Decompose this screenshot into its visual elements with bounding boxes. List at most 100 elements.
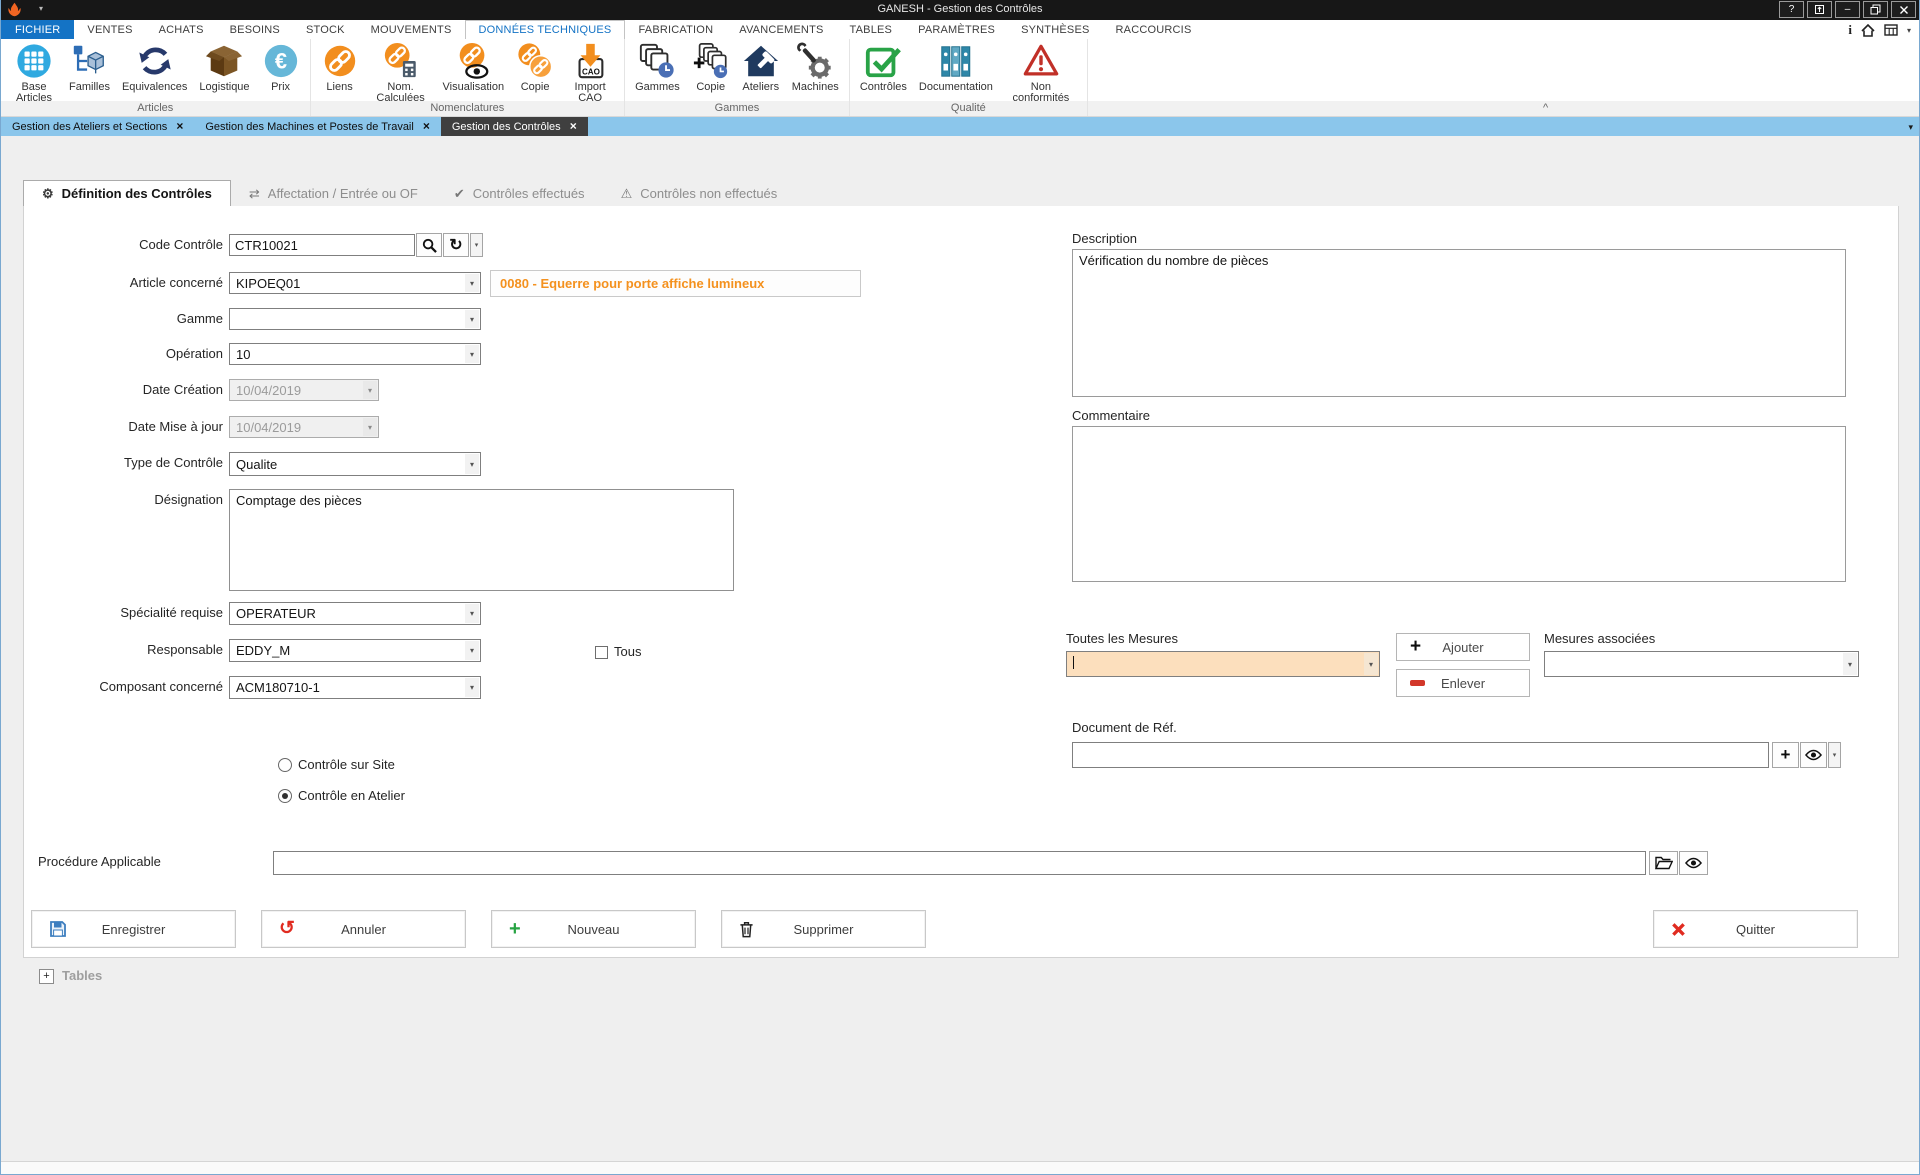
tous-checkbox[interactable] <box>595 646 608 659</box>
ribbon-item-logistique[interactable]: Logistique <box>193 39 255 93</box>
document-view-button[interactable] <box>1800 742 1827 768</box>
close-tab-icon[interactable]: × <box>570 121 577 132</box>
menu-tab-parametres[interactable]: PARAMÈTRES <box>905 20 1008 39</box>
menu-tab-stock[interactable]: STOCK <box>293 20 358 39</box>
controles-icon <box>864 41 902 81</box>
ribbon-item-copie-nomenclature[interactable]: Copie <box>510 39 560 93</box>
ribbon-item-base-articles[interactable]: Base Articles <box>5 39 63 104</box>
restore-button[interactable] <box>1863 1 1888 18</box>
close-tab-icon[interactable]: × <box>176 121 183 132</box>
commentaire-textarea[interactable] <box>1072 426 1846 582</box>
tab-definition-controles[interactable]: ⚙ Définition des Contrôles <box>23 180 231 207</box>
ribbon-collapse-icon[interactable]: ^ <box>1543 101 1548 116</box>
menu-tab-besoins[interactable]: BESOINS <box>217 20 293 39</box>
menu-tab-avancements[interactable]: AVANCEMENTS <box>726 20 836 39</box>
dropdown-caret-icon[interactable]: ▾ <box>1364 653 1378 675</box>
info-icon[interactable]: i <box>1848 22 1852 38</box>
dropdown-caret-icon[interactable]: ▾ <box>465 310 479 328</box>
menu-tab-donnees-techniques[interactable]: DONNÉES TECHNIQUES <box>465 20 626 39</box>
dropdown-caret-icon[interactable]: ▾ <box>465 604 479 623</box>
close-button[interactable] <box>1891 1 1916 18</box>
tab-affectation[interactable]: ⇄ Affectation / Entrée ou OF <box>231 181 436 206</box>
controle-en-atelier-label[interactable]: Contrôle en Atelier <box>298 788 405 804</box>
minimize-button[interactable]: – <box>1835 1 1860 18</box>
gamme-combo[interactable]: ▾ <box>229 308 481 330</box>
doc-tabs-caret-icon[interactable]: ▾ <box>1908 122 1913 133</box>
mesures-associees-combo[interactable]: ▾ <box>1544 651 1859 677</box>
ribbon-item-non-conformites[interactable]: Non conformités <box>999 39 1083 104</box>
ribbon-item-liens[interactable]: Liens <box>315 39 365 93</box>
table-view-caret-icon[interactable]: ▾ <box>1907 26 1911 35</box>
tab-controles-non-effectues[interactable]: ⚠ Contrôles non effectués <box>603 181 796 206</box>
description-textarea[interactable]: Vérification du nombre de pièces <box>1072 249 1846 397</box>
ribbon-item-familles[interactable]: Familles <box>63 39 116 93</box>
doc-tab-machines[interactable]: Gestion des Machines et Postes de Travai… <box>194 117 441 136</box>
home-icon[interactable] <box>1861 24 1875 37</box>
ribbon-item-visualisation[interactable]: Visualisation <box>437 39 511 93</box>
procedure-view-button[interactable] <box>1679 851 1708 875</box>
menu-tab-tables[interactable]: TABLES <box>837 20 906 39</box>
toutes-mesures-combo[interactable]: ▾ <box>1066 651 1380 677</box>
ribbon-item-gammes[interactable]: Gammes <box>629 39 686 93</box>
pin-button[interactable] <box>1807 1 1832 18</box>
ribbon-item-prix[interactable]: € Prix <box>256 39 306 93</box>
controle-en-atelier-radio[interactable] <box>278 789 292 803</box>
enlever-button[interactable]: Enlever <box>1396 669 1530 697</box>
menu-tab-achats[interactable]: ACHATS <box>146 20 217 39</box>
code-dropdown-button[interactable]: ▾ <box>470 233 483 257</box>
responsable-combo[interactable]: EDDY_M ▾ <box>229 639 481 662</box>
menu-tab-raccourcis[interactable]: RACCOURCIS <box>1103 20 1205 39</box>
designation-textarea[interactable]: Comptage des pièces <box>229 489 734 591</box>
procedure-open-button[interactable] <box>1649 851 1678 875</box>
ribbon-item-import-cao[interactable]: CAO Import CAO <box>560 39 620 104</box>
supprimer-button[interactable]: Supprimer <box>721 910 926 948</box>
dropdown-caret-icon[interactable]: ▾ <box>465 345 479 363</box>
dropdown-caret-icon[interactable]: ▾ <box>465 641 479 660</box>
help-button[interactable]: ? <box>1779 1 1804 18</box>
dropdown-caret-icon[interactable]: ▾ <box>465 454 479 474</box>
tables-expander-button[interactable]: + <box>39 969 54 984</box>
status-bar <box>1 1161 1919 1174</box>
document-ref-input[interactable] <box>1072 742 1769 768</box>
nouveau-button[interactable]: + Nouveau <box>491 910 696 948</box>
menu-tab-fabrication[interactable]: FABRICATION <box>625 20 726 39</box>
composant-combo[interactable]: ACM180710-1 ▾ <box>229 676 481 699</box>
ribbon-item-ateliers[interactable]: Ateliers <box>736 39 786 93</box>
ribbon-item-documentation[interactable]: Documentation <box>913 39 999 93</box>
menu-tab-fichier[interactable]: FICHIER <box>1 20 74 39</box>
menu-tab-mouvements[interactable]: MOUVEMENTS <box>358 20 465 39</box>
dropdown-caret-icon[interactable]: ▾ <box>1843 653 1857 675</box>
enregistrer-button[interactable]: Enregistrer <box>31 910 236 948</box>
toutes-mesures-label: Toutes les Mesures <box>1066 631 1178 647</box>
dropdown-caret-icon[interactable]: ▾ <box>465 678 479 697</box>
doc-tab-ateliers[interactable]: Gestion des Ateliers et Sections × <box>1 117 194 136</box>
controle-sur-site-radio[interactable] <box>278 758 292 772</box>
ribbon-item-copie-gamme[interactable]: Copie <box>686 39 736 93</box>
menu-tab-syntheses[interactable]: SYNTHÈSES <box>1008 20 1102 39</box>
dropdown-caret-icon[interactable]: ▾ <box>465 274 479 292</box>
menu-bar: FICHIER VENTES ACHATS BESOINS STOCK MOUV… <box>1 20 1919 39</box>
table-view-icon[interactable] <box>1884 24 1898 36</box>
annuler-button[interactable]: ↺ Annuler <box>261 910 466 948</box>
type-controle-combo[interactable]: Qualite ▾ <box>229 452 481 476</box>
close-tab-icon[interactable]: × <box>423 121 430 132</box>
ribbon-item-nom-calculees[interactable]: Nom. Calculées <box>365 39 437 104</box>
specialite-combo[interactable]: OPERATEUR ▾ <box>229 602 481 625</box>
ribbon-item-machines[interactable]: Machines <box>786 39 845 93</box>
operation-combo[interactable]: 10 ▾ <box>229 343 481 365</box>
article-concerne-combo[interactable]: KIPOEQ01 ▾ <box>229 272 481 294</box>
ribbon-item-equivalences[interactable]: Equivalences <box>116 39 193 93</box>
code-controle-input[interactable] <box>229 234 415 256</box>
procedure-input[interactable] <box>273 851 1646 875</box>
quitter-button[interactable]: Quitter <box>1653 910 1858 948</box>
document-dropdown-button[interactable]: ▾ <box>1828 742 1841 768</box>
document-add-button[interactable]: + <box>1772 742 1799 768</box>
refresh-button[interactable]: ↻ <box>443 233 469 257</box>
search-button[interactable] <box>416 233 442 257</box>
ribbon-item-controles[interactable]: Contrôles <box>854 39 913 93</box>
menu-tab-ventes[interactable]: VENTES <box>74 20 145 39</box>
ajouter-button[interactable]: + Ajouter <box>1396 633 1530 661</box>
doc-tab-controles[interactable]: Gestion des Contrôles × <box>441 117 588 136</box>
tab-controles-effectues[interactable]: ✔ Contrôles effectués <box>436 181 603 206</box>
controle-sur-site-label[interactable]: Contrôle sur Site <box>298 757 395 773</box>
